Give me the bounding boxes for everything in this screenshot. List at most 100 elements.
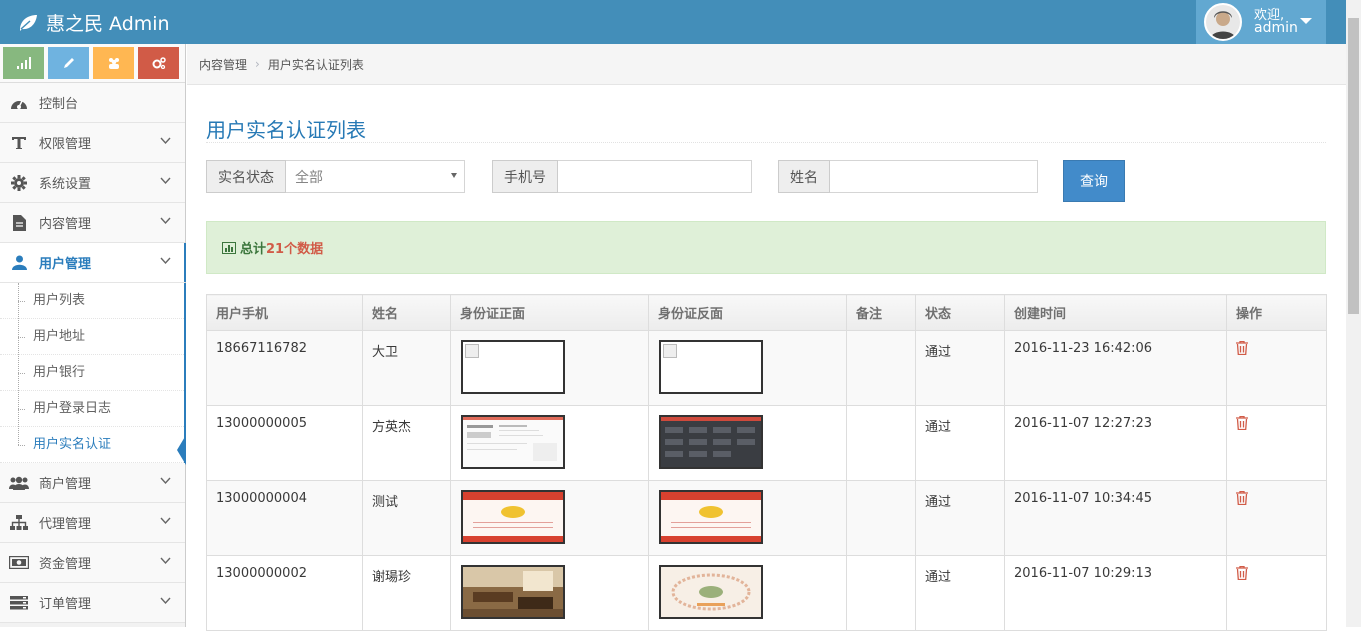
user-menu[interactable]: 欢迎, admin xyxy=(1196,0,1326,44)
chevron-down-icon xyxy=(160,217,171,225)
cell-name: 测试 xyxy=(362,480,451,556)
cell-phone: 18667116782 xyxy=(206,330,363,406)
cell-created: 2016-11-07 10:34:45 xyxy=(1004,480,1227,556)
sidebar-item-label: 内容管理 xyxy=(39,217,92,232)
column-header[interactable]: 姓名 xyxy=(362,294,451,331)
users-button[interactable] xyxy=(93,47,134,79)
cell-id-back xyxy=(648,555,847,631)
id-front-image[interactable] xyxy=(461,415,565,469)
table-row: 13000000004 测试 通过 2016-11-07 10:34:45 xyxy=(206,480,1327,556)
sidebar-subitem-user-address[interactable]: 用户地址 xyxy=(0,319,184,355)
dashboard-icon xyxy=(9,95,29,111)
subitem-label: 用户登录日志 xyxy=(33,401,112,416)
cell-actions xyxy=(1226,555,1327,631)
pencil-button[interactable] xyxy=(48,47,89,79)
sidebar-item-merchants[interactable]: 商户管理 xyxy=(0,463,185,503)
column-header[interactable]: 备注 xyxy=(846,294,916,331)
id-back-image[interactable] xyxy=(659,565,763,619)
cell-note xyxy=(846,480,916,556)
avatar xyxy=(1204,3,1242,41)
pencil-icon xyxy=(63,58,74,68)
brand[interactable]: 惠之民 Admin xyxy=(18,9,170,36)
list-icon xyxy=(9,595,29,611)
cell-id-front xyxy=(450,405,649,481)
query-button[interactable]: 查询 xyxy=(1063,160,1125,202)
user-icon xyxy=(9,255,29,271)
id-front-image[interactable] xyxy=(461,565,565,619)
sidebar-subitem-login-log[interactable]: 用户登录日志 xyxy=(0,391,184,427)
sidebar-item-label: 商户管理 xyxy=(39,477,92,492)
id-back-image[interactable] xyxy=(659,340,763,394)
sidebar-item-label: 资金管理 xyxy=(39,557,92,572)
cell-id-front xyxy=(450,480,649,556)
cell-phone: 13000000005 xyxy=(206,405,363,481)
column-header[interactable]: 创建时间 xyxy=(1004,294,1227,331)
signal-button[interactable] xyxy=(3,47,44,79)
sidebar-item-label: 控制台 xyxy=(39,97,79,112)
broken-image-icon xyxy=(663,344,677,358)
sidebar-item-content[interactable]: 内容管理 xyxy=(0,203,185,243)
sidebar-item-permissions[interactable]: 权限管理 xyxy=(0,123,185,163)
title-divider xyxy=(206,142,1326,143)
column-header[interactable]: 身份证反面 xyxy=(648,294,847,331)
cell-note xyxy=(846,405,916,481)
sidebar-item-dashboard[interactable]: 控制台 xyxy=(0,83,185,123)
chevron-down-icon xyxy=(160,517,171,525)
sidebar-subitem-user-list[interactable]: 用户列表 xyxy=(0,283,184,319)
chevron-down-icon xyxy=(160,597,171,605)
phone-input[interactable] xyxy=(558,160,752,193)
chevron-down-icon xyxy=(160,257,171,265)
sidebar-item-system-settings[interactable]: 系统设置 xyxy=(0,163,185,203)
id-back-image[interactable] xyxy=(659,415,763,469)
table-header-row: 用户手机 姓名 身份证正面 身份证反面 备注 状态 创建时间 操作 xyxy=(206,294,1327,331)
cell-actions xyxy=(1226,405,1327,481)
cogs-button[interactable] xyxy=(138,47,179,79)
sidebar-item-orders[interactable]: 订单管理 xyxy=(0,583,185,623)
cell-note xyxy=(846,330,916,406)
caret-down-icon xyxy=(1300,18,1312,24)
select-arrow-icon xyxy=(451,173,457,178)
trash-icon[interactable] xyxy=(1236,415,1248,431)
cell-status: 通过 xyxy=(915,480,1005,556)
sitemap-icon xyxy=(9,515,29,531)
id-front-image[interactable] xyxy=(461,490,565,544)
cell-actions xyxy=(1226,330,1327,406)
trash-icon[interactable] xyxy=(1236,340,1248,356)
scrollbar-thumb[interactable] xyxy=(1348,18,1359,314)
column-header[interactable]: 用户手机 xyxy=(206,294,363,331)
subitem-label: 用户银行 xyxy=(33,365,86,380)
gear-icon xyxy=(9,174,29,191)
cell-created: 2016-11-07 12:27:23 xyxy=(1004,405,1227,481)
cell-created: 2016-11-07 10:29:13 xyxy=(1004,555,1227,631)
sidebar-item-users[interactable]: 用户管理 xyxy=(0,243,186,283)
name-input[interactable] xyxy=(830,160,1038,193)
column-header[interactable]: 状态 xyxy=(915,294,1005,331)
subitem-label: 用户地址 xyxy=(33,329,86,344)
cell-created: 2016-11-23 16:42:06 xyxy=(1004,330,1227,406)
id-front-image[interactable] xyxy=(461,340,565,394)
scrollbar[interactable] xyxy=(1346,0,1361,627)
trash-icon[interactable] xyxy=(1236,565,1248,581)
status-select[interactable]: 全部 xyxy=(286,160,465,193)
sidebar-subitem-user-bank[interactable]: 用户银行 xyxy=(0,355,184,391)
chevron-down-icon xyxy=(160,477,171,485)
chevron-down-icon xyxy=(160,557,171,565)
trash-icon[interactable] xyxy=(1236,490,1248,506)
column-header[interactable]: 操作 xyxy=(1226,294,1327,331)
sidebar-item-funds[interactable]: 资金管理 xyxy=(0,543,185,583)
cell-name: 方英杰 xyxy=(362,405,451,481)
chevron-down-icon xyxy=(160,137,171,145)
sidebar-item-label: 系统设置 xyxy=(39,177,92,192)
cell-id-back xyxy=(648,480,847,556)
sidebar-item-agents[interactable]: 代理管理 xyxy=(0,503,185,543)
summary-prefix: 总计 xyxy=(240,242,267,257)
breadcrumb-current: 用户实名认证列表 xyxy=(267,57,364,72)
chevron-down-icon xyxy=(160,177,171,185)
cell-phone: 13000000002 xyxy=(206,555,363,631)
phone-filter-label: 手机号 xyxy=(492,160,558,193)
breadcrumb-parent[interactable]: 内容管理 xyxy=(199,56,247,73)
sidebar-subitem-verification[interactable]: 用户实名认证 xyxy=(0,427,186,465)
column-header[interactable]: 身份证正面 xyxy=(450,294,649,331)
id-back-image[interactable] xyxy=(659,490,763,544)
cell-phone: 13000000004 xyxy=(206,480,363,556)
